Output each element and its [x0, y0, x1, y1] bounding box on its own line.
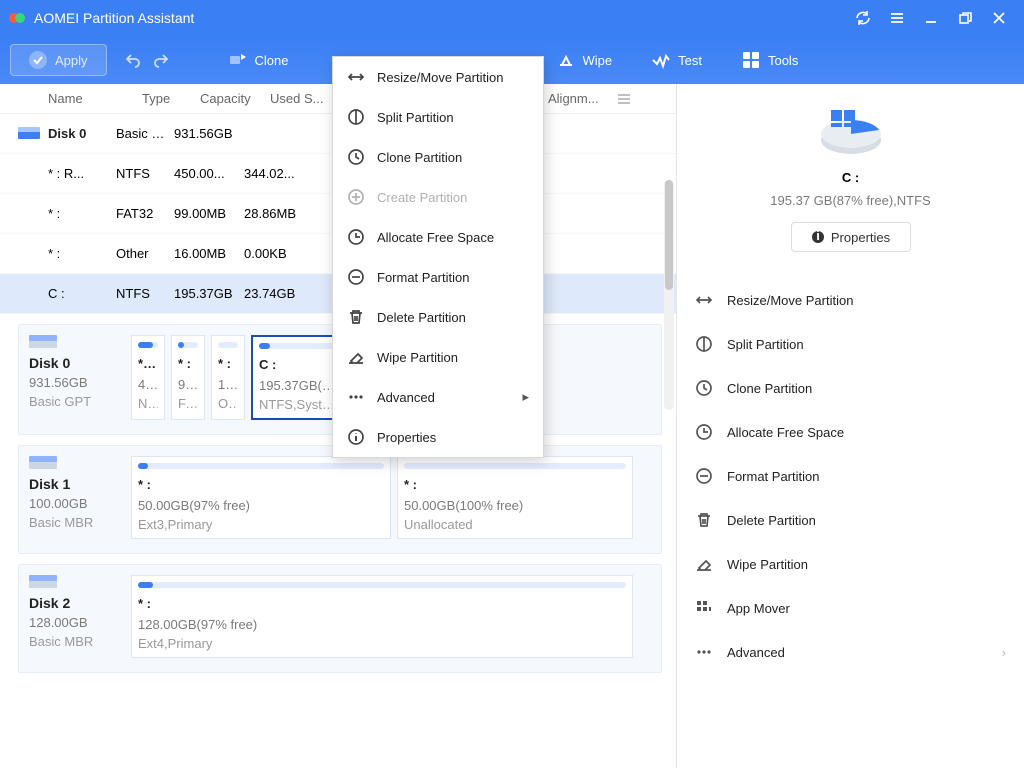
resize-icon [347, 68, 365, 86]
partition-block[interactable]: * : 16... Oth... [211, 335, 245, 420]
clone-icon [695, 379, 713, 397]
ctx-info[interactable]: Properties [333, 417, 543, 457]
ctx-resize[interactable]: Resize/Move Partition [333, 57, 543, 97]
ctx-format[interactable]: Format Partition [333, 257, 543, 297]
close-icon[interactable] [982, 0, 1016, 36]
op-split[interactable]: Split Partition [695, 322, 1006, 366]
titlebar: AOMEI Partition Assistant [0, 0, 1024, 36]
tools-icon [742, 51, 760, 69]
clock-icon [695, 423, 713, 441]
test-button[interactable]: Test [636, 36, 718, 84]
scrollbar-thumb[interactable] [665, 180, 673, 290]
ctx-trash[interactable]: Delete Partition [333, 297, 543, 337]
clone-icon [347, 148, 365, 166]
column-menu-icon[interactable] [612, 91, 640, 107]
disk-icon [29, 456, 57, 470]
side-panel: C : 195.37 GB(87% free),NTFS i Propertie… [676, 84, 1024, 768]
op-dots[interactable]: Advanced› [695, 630, 1006, 674]
op-apps[interactable]: App Mover [695, 586, 1006, 630]
properties-button[interactable]: i Properties [791, 222, 911, 252]
dots-icon [347, 388, 365, 406]
app-logo-icon [8, 9, 26, 27]
disk-icon [29, 575, 57, 589]
split-icon [347, 108, 365, 126]
tools-button[interactable]: Tools [726, 36, 814, 84]
apply-label: Apply [55, 53, 88, 68]
partition-block[interactable]: * : 128.00GB(97% free) Ext4,Primary [131, 575, 633, 658]
ctx-eraser[interactable]: Wipe Partition [333, 337, 543, 377]
trash-icon [695, 511, 713, 529]
undo-icon[interactable] [121, 48, 145, 72]
submenu-arrow-icon: ▸ [522, 389, 529, 405]
op-trash[interactable]: Delete Partition [695, 498, 1006, 542]
panel-subtitle: 195.37 GB(87% free),NTFS [695, 193, 1006, 208]
apply-button[interactable]: Apply [10, 44, 107, 76]
disk-panel: Disk 1 100.00GB Basic MBR * : 50.00GB(97… [18, 445, 662, 554]
clone-icon [229, 51, 247, 69]
eraser-icon [347, 348, 365, 366]
dots-icon [695, 643, 713, 661]
minimize-icon[interactable] [914, 0, 948, 36]
format-icon [695, 467, 713, 485]
context-menu: Resize/Move PartitionSplit PartitionClon… [332, 56, 544, 458]
format-icon [347, 268, 365, 286]
wipe-button[interactable]: Wipe [541, 36, 629, 84]
redo-icon[interactable] [149, 48, 173, 72]
apps-icon [695, 599, 713, 617]
panel-title: C : [695, 170, 1006, 185]
ctx-clone[interactable]: Clone Partition [333, 137, 543, 177]
disk-icon [29, 335, 57, 349]
refresh-icon[interactable] [846, 0, 880, 36]
op-eraser[interactable]: Wipe Partition [695, 542, 1006, 586]
op-clone[interactable]: Clone Partition [695, 366, 1006, 410]
partition-block[interactable]: * :... 45... NT... [131, 335, 165, 420]
resize-icon [695, 291, 713, 309]
partition-block[interactable]: * : 50.00GB(100% free) Unallocated [397, 456, 633, 539]
check-icon [29, 51, 47, 69]
clone-button[interactable]: Clone [213, 36, 305, 84]
ctx-clock[interactable]: Allocate Free Space [333, 217, 543, 257]
ctx-dots[interactable]: Advanced▸ [333, 377, 543, 417]
scrollbar[interactable] [664, 180, 674, 410]
maximize-icon[interactable] [948, 0, 982, 36]
disk-panel: Disk 2 128.00GB Basic MBR * : 128.00GB(9… [18, 564, 662, 673]
app-title: AOMEI Partition Assistant [34, 10, 194, 26]
ctx-split[interactable]: Split Partition [333, 97, 543, 137]
info-icon [347, 428, 365, 446]
chevron-right-icon: › [1002, 645, 1006, 660]
ctx-create: Create Partition [333, 177, 543, 217]
menu-icon[interactable] [880, 0, 914, 36]
trash-icon [347, 308, 365, 326]
partition-block[interactable]: * : 99... FA... [171, 335, 205, 420]
test-icon [652, 51, 670, 69]
disk-icon [18, 127, 44, 141]
op-clock[interactable]: Allocate Free Space [695, 410, 1006, 454]
eraser-icon [695, 555, 713, 573]
split-icon [695, 335, 713, 353]
svg-text:i: i [816, 230, 820, 243]
op-resize[interactable]: Resize/Move Partition [695, 278, 1006, 322]
create-icon [347, 188, 365, 206]
pie-icon [811, 104, 891, 164]
wipe-icon [557, 51, 575, 69]
op-format[interactable]: Format Partition [695, 454, 1006, 498]
clock-icon [347, 228, 365, 246]
partition-block[interactable]: * : 50.00GB(97% free) Ext3,Primary [131, 456, 391, 539]
